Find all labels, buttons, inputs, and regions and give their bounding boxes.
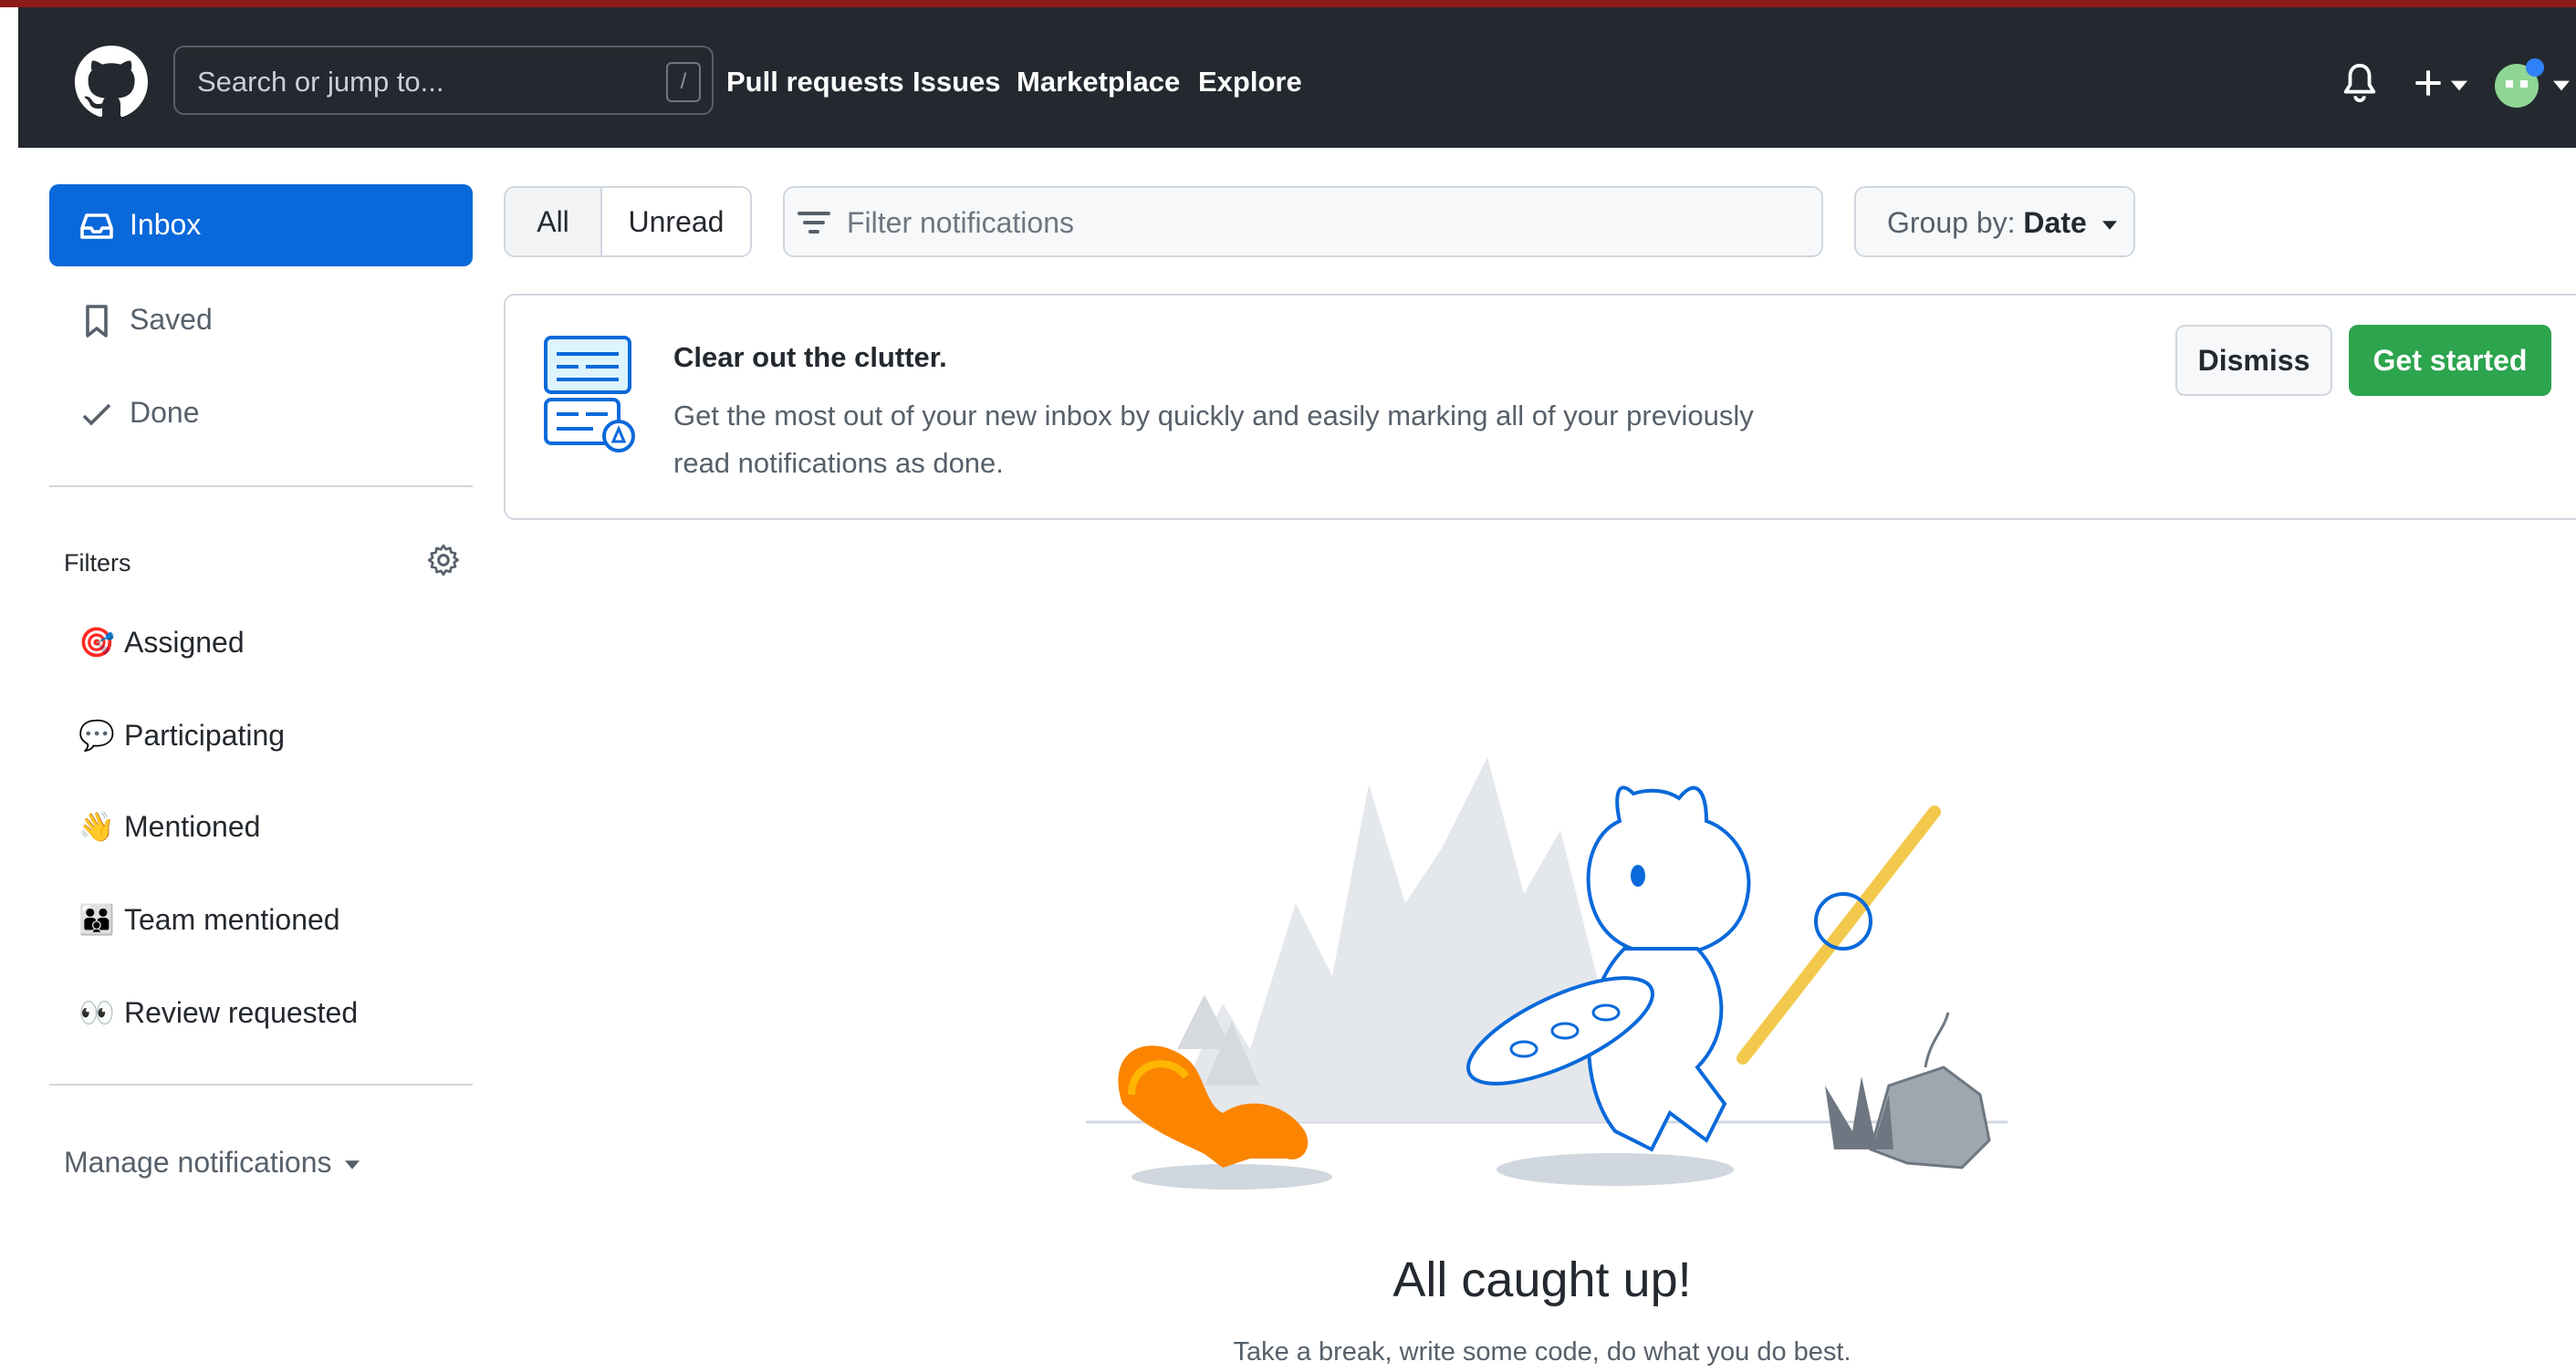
group-by-prefix: Group by: [1887,206,2016,239]
family-icon: 👪 [78,903,115,936]
filters-title: Filters [64,549,131,577]
group-by-label: Group by: Date [1887,206,2117,240]
group-by-dropdown[interactable]: Group by: Date [1854,186,2135,257]
manage-notifications-label: Manage notifications [64,1146,332,1179]
filter-label: Review requested [124,996,359,1029]
read-state-toggle: All Unread [504,186,752,257]
github-logo-icon[interactable] [75,46,148,119]
filter-label: Mentioned [124,810,261,843]
nav-pull-requests[interactable]: Pull requests [726,66,904,99]
clear-clutter-banner: Clear out the clutter. Get the most out … [504,294,2576,520]
sidebar-item-inbox[interactable]: Inbox [49,184,473,266]
inbox-list-icon [544,336,635,452]
speech-bubble-icon: 💬 [78,719,115,752]
search-shortcut-key: / [666,62,701,102]
search-input[interactable]: Search or jump to... / [173,46,714,115]
caret-down-icon [345,1159,360,1169]
sidebar-item-label: Done [130,396,200,429]
empty-state-title: All caught up! [1392,1252,1692,1307]
all-caught-up-illustration [1086,757,2008,1190]
manage-notifications-dropdown[interactable]: Manage notifications [64,1146,360,1180]
sidebar-item-label: Saved [130,303,213,336]
dismiss-button[interactable]: Dismiss [2175,325,2332,396]
filter-notifications-input[interactable]: Filter notifications [783,186,1823,257]
sidebar-divider [49,485,473,487]
filter-label: Assigned [124,626,245,659]
all-button[interactable]: All [506,188,602,255]
inbox-icon [80,213,113,239]
bell-icon[interactable] [2341,62,2378,104]
filter-label: Team mentioned [124,903,340,936]
sidebar-item-saved[interactable]: Saved [49,279,473,361]
filter-placeholder: Filter notifications [847,206,1074,239]
filter-icon [798,212,830,234]
check-icon [82,403,111,426]
hand-icon: 👋 [78,810,115,843]
nav-issues[interactable]: Issues [913,66,1001,99]
bookmark-icon [86,305,108,338]
unread-button[interactable]: Unread [602,188,750,255]
avatar-caret-down-icon[interactable] [2553,80,2570,91]
get-started-button[interactable]: Get started [2349,325,2551,396]
group-by-value: Date [2023,206,2087,239]
sidebar-item-done[interactable]: Done [49,372,473,454]
eyes-icon: 👀 [78,996,115,1029]
gear-icon[interactable] [425,542,462,578]
empty-state-subtitle: Take a break, write some code, do what y… [1233,1337,1851,1367]
sidebar-item-label: Inbox [130,208,202,241]
avatar[interactable] [2491,57,2550,111]
top-header: Search or jump to... / Pull requests Iss… [18,7,2576,148]
search-placeholder: Search or jump to... [197,66,444,98]
nav-explore[interactable]: Explore [1198,66,1302,99]
nav-marketplace[interactable]: Marketplace [1017,66,1180,99]
plus-icon[interactable] [2413,68,2444,99]
window-top-strip [0,0,2576,7]
banner-title: Clear out the clutter. [673,341,947,373]
target-icon: 🎯 [78,626,115,659]
sidebar-divider [49,1084,473,1086]
caret-down-icon[interactable] [2451,80,2467,91]
filter-label: Participating [124,719,286,752]
caret-down-icon [2101,220,2117,230]
banner-description: Get the most out of your new inbox by qu… [673,400,1754,479]
